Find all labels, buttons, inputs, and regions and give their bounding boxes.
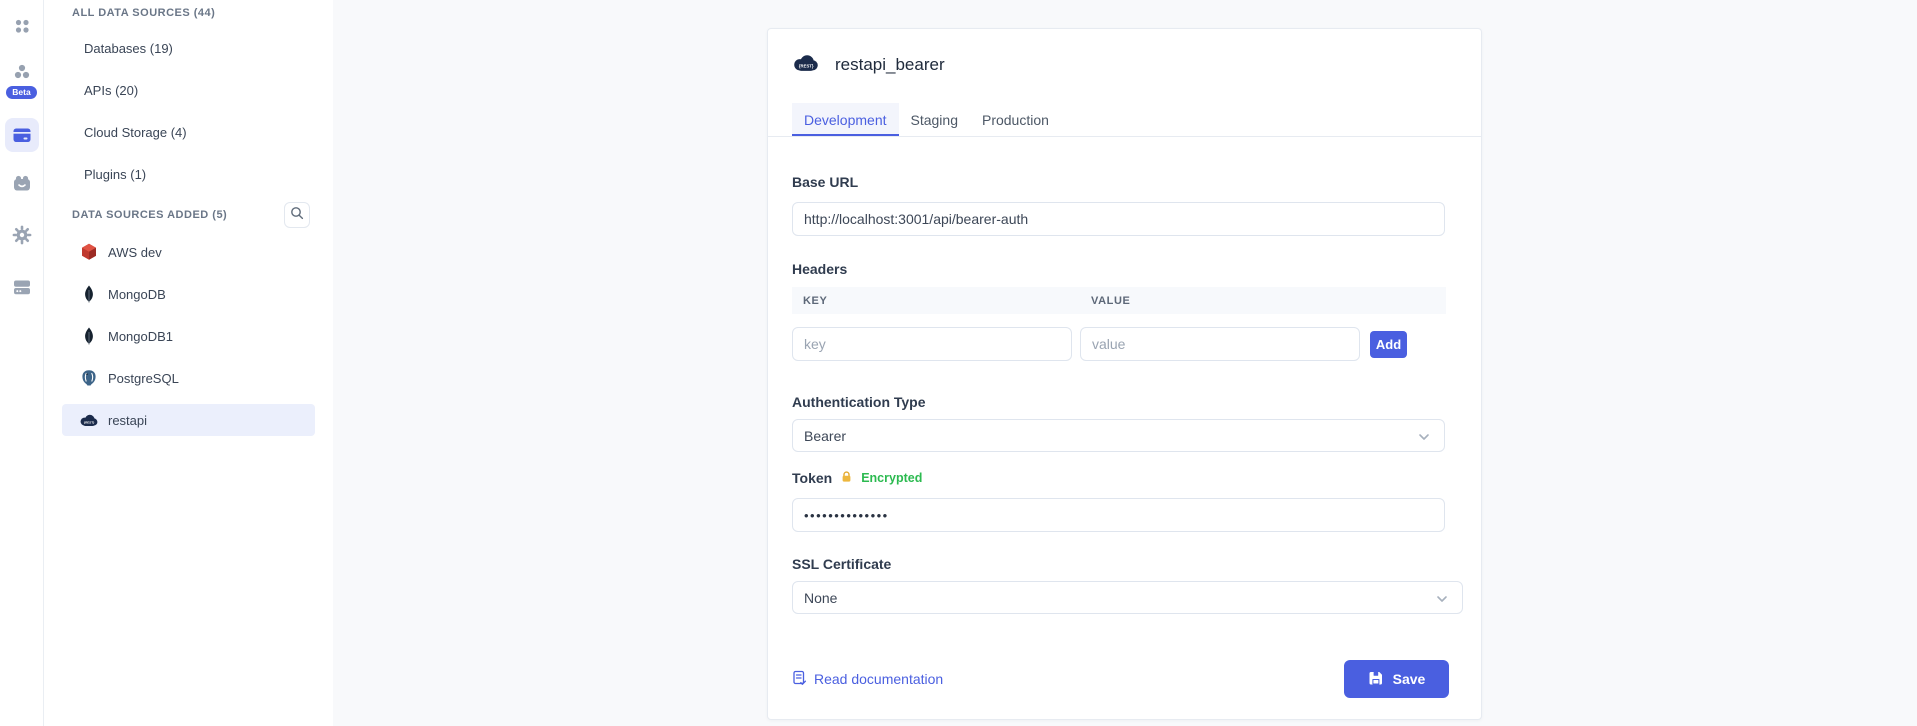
- headers-label: Headers: [792, 260, 1457, 278]
- sidebar-item-apis[interactable]: APIs (20): [62, 74, 315, 106]
- datasource-item-restapi[interactable]: {REST} restapi: [62, 404, 315, 436]
- apps-grid-icon[interactable]: [10, 14, 34, 38]
- datasource-item-label: MongoDB1: [108, 329, 173, 344]
- datasources-sidebar: ALL DATA SOURCES (44) Databases (19) API…: [44, 0, 333, 726]
- token-input[interactable]: [792, 498, 1445, 532]
- save-button[interactable]: Save: [1344, 660, 1449, 698]
- data-sources-added-header: DATA SOURCES ADDED (5): [72, 207, 227, 223]
- encrypted-badge: Encrypted: [861, 471, 922, 485]
- datasource-item-label: MongoDB: [108, 287, 166, 302]
- mongodb-icon: [79, 284, 99, 304]
- datasources-nav-icon[interactable]: [5, 118, 39, 152]
- sidebar-item-databases[interactable]: Databases (19): [62, 32, 315, 64]
- read-documentation-link[interactable]: Read documentation: [792, 670, 943, 689]
- all-data-sources-header: ALL DATA SOURCES (44): [44, 5, 333, 21]
- beta-badge: Beta: [6, 86, 36, 99]
- robot-assistant-icon[interactable]: [10, 171, 34, 195]
- token-label: Token: [792, 470, 832, 486]
- sidebar-item-plugins[interactable]: Plugins (1): [62, 158, 315, 190]
- auth-type-select[interactable]: Bearer: [792, 419, 1445, 452]
- save-floppy-icon: [1368, 670, 1384, 689]
- datasource-item-label: PostgreSQL: [108, 371, 179, 386]
- search-datasources-button[interactable]: [284, 202, 310, 228]
- add-header-button[interactable]: Add: [1370, 331, 1407, 358]
- lock-icon: [840, 470, 853, 486]
- base-url-label: Base URL: [792, 173, 1457, 191]
- datasource-item-aws-dev[interactable]: AWS dev: [62, 236, 315, 268]
- environment-tabs: Development Staging Production: [768, 103, 1481, 137]
- datasource-item-label: AWS dev: [108, 245, 162, 260]
- auth-type-label: Authentication Type: [792, 393, 1457, 411]
- datasource-config-card: {REST} restapi_bearer Development Stagin…: [767, 28, 1482, 720]
- app-icon-rail: Beta: [0, 0, 44, 726]
- base-url-input[interactable]: [792, 202, 1445, 236]
- documentation-icon: [792, 670, 807, 689]
- rest-cloud-icon: {REST}: [79, 410, 99, 430]
- headers-table-header: KEY VALUE: [792, 287, 1446, 314]
- postgresql-icon: [79, 368, 99, 388]
- key-column-header: KEY: [792, 295, 1080, 307]
- auth-type-value: Bearer: [804, 428, 846, 444]
- read-documentation-label: Read documentation: [814, 671, 943, 687]
- ssl-certificate-label: SSL Certificate: [792, 555, 1457, 573]
- svg-text:{REST}: {REST}: [84, 421, 95, 425]
- datasource-item-postgresql[interactable]: PostgreSQL: [62, 362, 315, 394]
- datasource-item-label: restapi: [108, 413, 147, 428]
- server-storage-icon[interactable]: [10, 275, 34, 299]
- chevron-down-icon: [1436, 590, 1448, 606]
- mongodb-icon: [79, 326, 99, 346]
- main-panel: {REST} restapi_bearer Development Stagin…: [333, 0, 1917, 726]
- search-icon: [290, 206, 304, 225]
- page-title: restapi_bearer: [835, 55, 945, 75]
- datasource-item-mongodb[interactable]: MongoDB: [62, 278, 315, 310]
- sidebar-item-cloud-storage[interactable]: Cloud Storage (4): [62, 116, 315, 148]
- tab-development[interactable]: Development: [792, 103, 899, 136]
- ssl-certificate-value: None: [804, 590, 837, 606]
- workspace-cluster-icon[interactable]: [10, 60, 34, 84]
- header-key-input[interactable]: [792, 327, 1072, 361]
- ssl-certificate-select[interactable]: None: [792, 581, 1463, 614]
- rest-cloud-icon: {REST}: [792, 53, 820, 77]
- value-column-header: VALUE: [1080, 295, 1130, 307]
- header-value-input[interactable]: [1080, 327, 1360, 361]
- settings-gear-icon[interactable]: [10, 223, 34, 247]
- aws-icon: [79, 242, 99, 262]
- tab-staging[interactable]: Staging: [899, 103, 970, 136]
- tab-production[interactable]: Production: [970, 103, 1061, 136]
- datasource-item-mongodb1[interactable]: MongoDB1: [62, 320, 315, 352]
- svg-text:{REST}: {REST}: [799, 64, 814, 69]
- chevron-down-icon: [1418, 428, 1430, 444]
- save-button-label: Save: [1393, 671, 1426, 687]
